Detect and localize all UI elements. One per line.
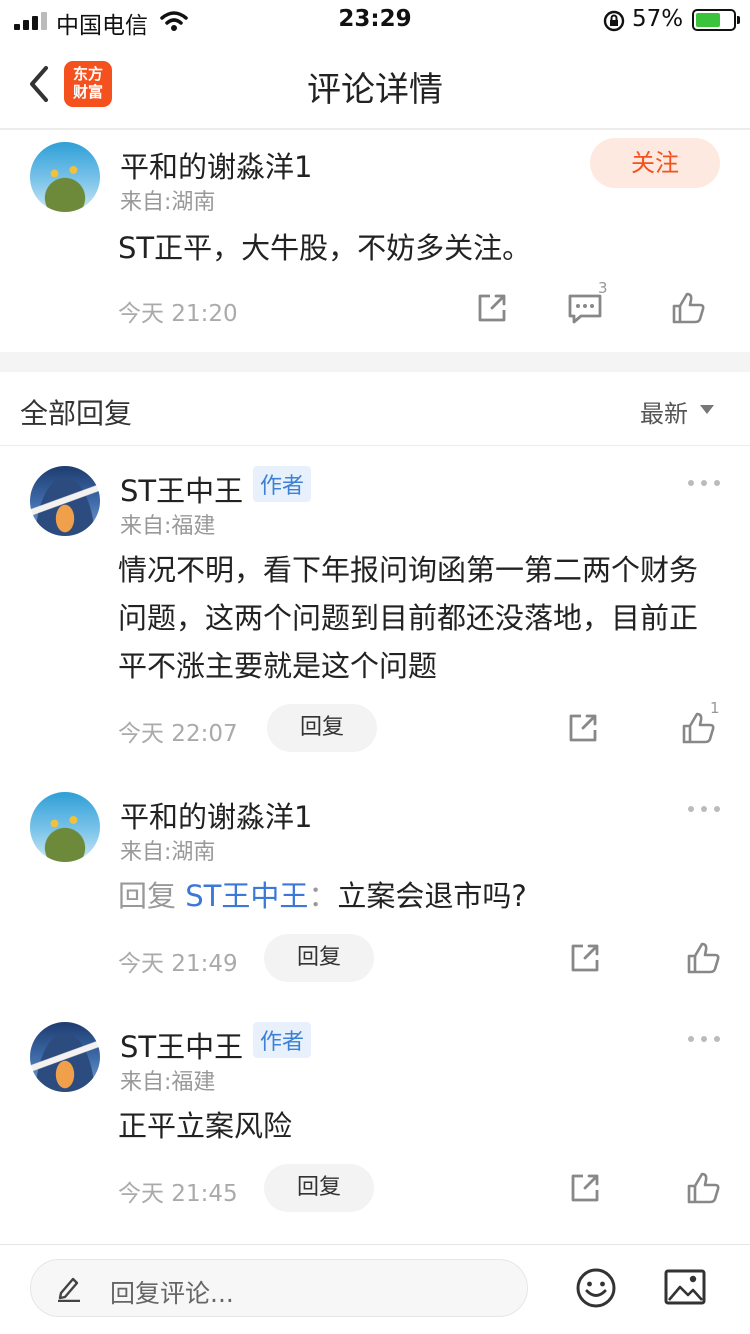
reply-origin: 来自:湖南 — [120, 840, 216, 865]
more-icon[interactable] — [688, 480, 720, 490]
reply-text-line: 问题，这两个问题到目前都还没落地，目前正 — [118, 601, 699, 635]
more-icon[interactable] — [688, 1036, 720, 1046]
caret-down-icon[interactable] — [700, 405, 714, 414]
reply-target-link[interactable]: ST王中王 — [185, 879, 308, 913]
post-origin: 来自:湖南 — [120, 190, 216, 215]
section-gap — [0, 352, 750, 372]
share-icon[interactable] — [563, 708, 603, 748]
more-icon[interactable] — [688, 806, 720, 816]
reply-text: 回复 ST王中王：立案会退市吗? — [118, 872, 527, 920]
reply-content: 立案会退市吗? — [337, 879, 527, 913]
reply-author-name[interactable]: ST王中王 — [120, 468, 243, 510]
battery-percent: 57% — [632, 6, 684, 32]
page-title: 评论详情 — [307, 70, 443, 110]
sort-dropdown[interactable]: 最新 — [640, 394, 688, 429]
avatar[interactable] — [30, 466, 100, 536]
reply-timestamp: 今天 21:45 — [118, 1181, 238, 1207]
reply-input[interactable] — [30, 1259, 528, 1317]
follow-button[interactable]: 关注 — [590, 138, 720, 188]
post-author-name[interactable]: 平和的谢淼洋1 — [120, 144, 312, 186]
like-count: 1 — [710, 699, 720, 717]
rotation-lock-icon — [603, 10, 625, 32]
reply-author-name[interactable]: 平和的谢淼洋1 — [120, 794, 312, 836]
like-icon[interactable] — [683, 1168, 723, 1208]
author-badge: 作者 — [253, 466, 312, 502]
reply-timestamp: 今天 22:07 — [118, 721, 238, 747]
avatar[interactable] — [30, 792, 100, 862]
battery-icon — [692, 9, 740, 31]
pencil-icon — [58, 1277, 80, 1302]
reply-timestamp: 今天 21:49 — [118, 951, 238, 977]
reply-input-placeholder[interactable]: 回复评论... — [110, 1274, 234, 1310]
comment-count: 3 — [598, 279, 608, 297]
post-text: ST正平，大牛股，不妨多关注。 — [118, 231, 532, 265]
reply-separator: ： — [308, 879, 338, 913]
reply-origin: 来自:福建 — [120, 1070, 216, 1095]
share-icon[interactable] — [565, 1168, 605, 1208]
share-icon[interactable] — [565, 938, 605, 978]
emoji-icon[interactable] — [574, 1266, 618, 1310]
avatar[interactable] — [30, 1022, 100, 1092]
reply-button[interactable]: 回复 — [267, 704, 377, 752]
section-divider — [0, 445, 750, 446]
bottom-divider — [0, 1244, 750, 1245]
reply-text-line: 情况不明，看下年报问询函第一第二两个财务 — [118, 553, 699, 587]
author-badge: 作者 — [253, 1022, 312, 1058]
image-icon[interactable] — [664, 1268, 706, 1306]
status-bar: 中国电信 23:29 57% — [0, 0, 750, 40]
avatar[interactable] — [30, 142, 100, 212]
like-icon[interactable] — [668, 288, 708, 328]
share-icon[interactable] — [472, 288, 512, 328]
like-icon[interactable] — [683, 938, 723, 978]
reply-button[interactable]: 回复 — [264, 1164, 374, 1212]
reply-prefix: 回复 — [118, 879, 177, 913]
reply-text-line: 平不涨主要就是这个问题 — [118, 649, 438, 683]
reply-origin: 来自:福建 — [120, 514, 216, 539]
replies-heading: 全部回复 — [20, 397, 133, 430]
reply-text: 正平立案风险 — [118, 1109, 293, 1143]
reply-button[interactable]: 回复 — [264, 934, 374, 982]
reply-author-name[interactable]: ST王中王 — [120, 1024, 243, 1066]
nav-divider — [0, 128, 750, 130]
post-timestamp: 今天 21:20 — [118, 301, 238, 327]
